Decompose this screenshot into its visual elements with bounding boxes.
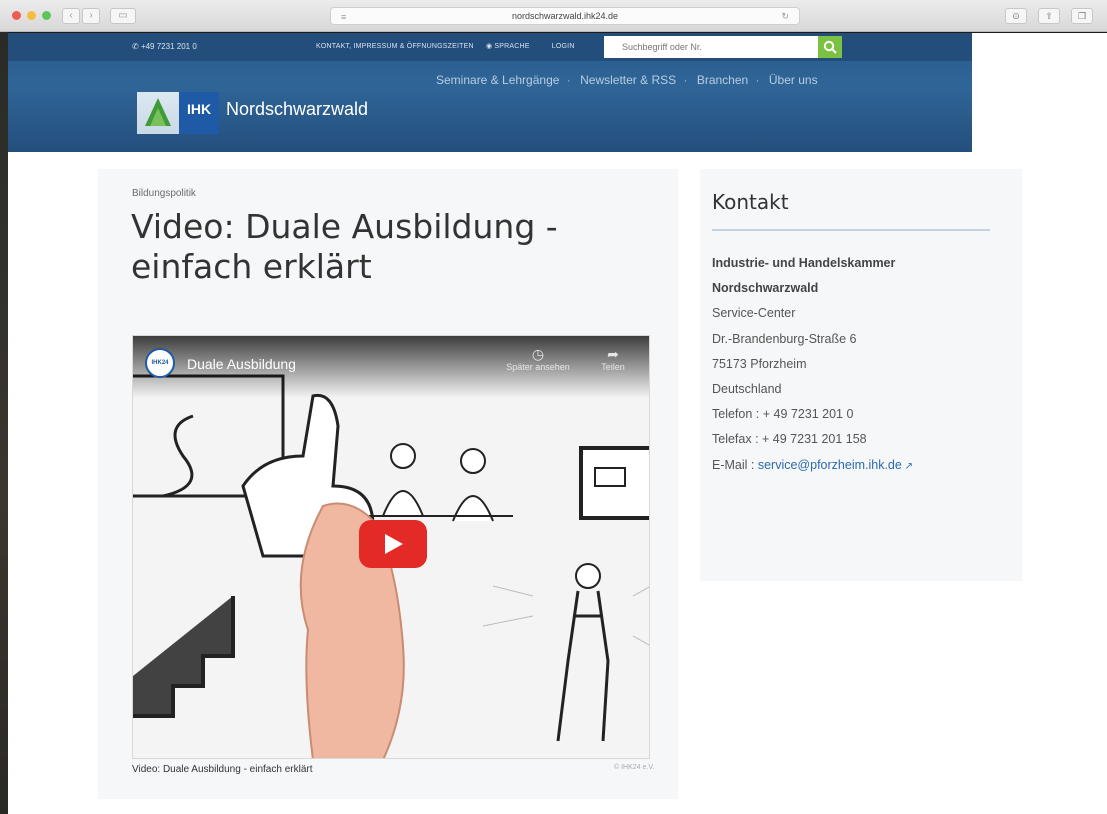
share-icon[interactable]: ⇧: [1038, 8, 1060, 24]
address-text: nordschwarzwald.ihk24.de: [511, 11, 619, 21]
contact-phone: Telefon : + 49 7231 201 0: [712, 407, 854, 422]
contact-email-label: E-Mail :: [712, 457, 758, 472]
share-label: Teilen: [601, 362, 625, 372]
nav-newsletter[interactable]: Newsletter & RSS: [580, 73, 676, 87]
web-page: ✆ +49 7231 201 0 KONTAKT, IMPRESSUM & ÖF…: [8, 33, 1107, 814]
link-sprache-text: SPRACHE: [494, 43, 530, 50]
watch-later-button[interactable]: ◷ Später ansehen: [493, 346, 583, 372]
logo-ihk-text: IHK: [179, 92, 219, 134]
contact-street: Dr.-Brandenburg-Straße 6: [712, 331, 857, 346]
downloads-icon[interactable]: ⊙: [1005, 8, 1027, 24]
zoom-window-button[interactable]: [42, 11, 51, 20]
contact-fax: Telefax : + 49 7231 201 158: [712, 432, 867, 447]
ihk-logo[interactable]: IHK: [137, 92, 219, 134]
watch-later-label: Später ansehen: [506, 362, 570, 372]
browser-toolbar: ‹ › ▭ ≡ nordschwarzwald.ihk24.de ↻ ⊙ ⇧ ❐: [0, 0, 1107, 32]
search-icon: [823, 40, 837, 54]
nav-ueber-uns[interactable]: Über uns: [769, 73, 818, 87]
logo-tree-icon: [137, 92, 179, 134]
forward-button[interactable]: ›: [82, 8, 100, 24]
back-button[interactable]: ‹: [62, 8, 80, 24]
contact-email-link[interactable]: service@pforzheim.ihk.de: [758, 458, 902, 472]
channel-avatar[interactable]: IHK24: [145, 348, 175, 378]
contact-details: Industrie- und Handelskammer Nordschwarz…: [712, 251, 1012, 479]
contact-city: 75173 Pforzheim: [712, 356, 807, 371]
nav-separator: ·: [755, 73, 760, 87]
address-bar[interactable]: ≡ nordschwarzwald.ihk24.de ↻: [330, 7, 800, 25]
contact-org-line1: Industrie- und Handelskammer: [712, 256, 896, 270]
page-title: Video: Duale Ausbildung - einfach erklär…: [131, 207, 558, 286]
link-login[interactable]: LOGIN: [552, 43, 575, 50]
nav-seminare[interactable]: Seminare & Lehrgänge: [436, 73, 559, 87]
video-title[interactable]: Duale Ausbildung: [187, 356, 296, 372]
nav-separator: ·: [683, 73, 688, 87]
site-header: ✆ +49 7231 201 0 KONTAKT, IMPRESSUM & ÖF…: [8, 33, 972, 152]
top-utility-bar: ✆ +49 7231 201 0 KONTAKT, IMPRESSUM & ÖF…: [8, 33, 972, 61]
header-phone-text: +49 7231 201 0: [140, 42, 197, 51]
brand-name[interactable]: Nordschwarzwald: [226, 99, 368, 120]
video-caption: Video: Duale Ausbildung - einfach erklär…: [132, 764, 313, 775]
main-navigation: Seminare & Lehrgänge · Newsletter & RSS …: [436, 73, 822, 87]
close-window-button[interactable]: [12, 11, 21, 20]
video-player[interactable]: IHK24 Duale Ausbildung ◷ Später ansehen …: [132, 335, 650, 759]
nav-separator: ·: [566, 73, 571, 87]
sidebar-title: Kontakt: [712, 190, 789, 214]
nav-branchen[interactable]: Branchen: [697, 73, 748, 87]
minimize-window-button[interactable]: [27, 11, 36, 20]
contact-sidebar: Kontakt Industrie- und Handelskammer Nor…: [700, 169, 1022, 581]
clock-icon: ◷: [531, 346, 545, 362]
contact-department: Service-Center: [712, 306, 796, 321]
video-credit: © IHK24 e.V.: [614, 764, 655, 771]
contact-country: Deutschland: [712, 382, 782, 397]
contact-org-line2: Nordschwarzwald: [712, 281, 819, 296]
contact-email-row: E-Mail : service@pforzheim.ihk.de ↗: [712, 453, 1012, 479]
sidebar-divider: [712, 229, 990, 231]
utility-links: KONTAKT, IMPRESSUM & ÖFFNUNGSZEITEN ◉ SP…: [316, 42, 585, 50]
article-category: Bildungspolitik: [132, 188, 196, 199]
article: Bildungspolitik Video: Duale Ausbildung …: [98, 169, 678, 799]
play-button[interactable]: [359, 520, 427, 568]
reload-icon[interactable]: ↻: [781, 11, 789, 22]
photo-backdrop: [0, 30, 8, 814]
share-arrow-icon: ➦: [607, 346, 619, 362]
search-button[interactable]: [818, 36, 842, 58]
tabs-icon[interactable]: ❐: [1071, 8, 1093, 24]
share-button[interactable]: ➦ Teilen: [591, 346, 635, 372]
link-sprache[interactable]: ◉ SPRACHE: [486, 43, 540, 50]
sidebar-toggle-icon[interactable]: ▭: [110, 8, 136, 24]
external-link-icon: ↗: [901, 460, 914, 472]
link-kontakt[interactable]: KONTAKT, IMPRESSUM & ÖFFNUNGSZEITEN: [316, 43, 474, 50]
search-input[interactable]: [604, 36, 818, 58]
header-phone[interactable]: ✆ +49 7231 201 0: [132, 42, 197, 51]
